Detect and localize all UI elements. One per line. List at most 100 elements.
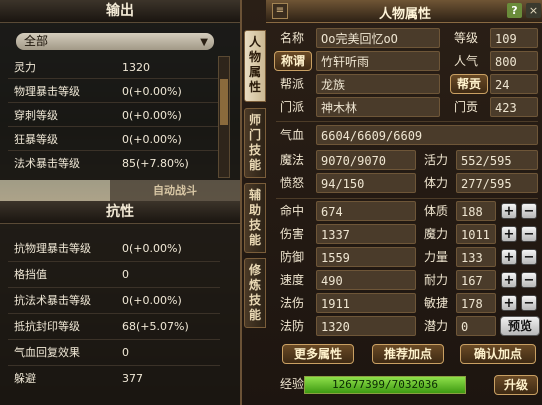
category-dropdown[interactable]: 全部 ▼ — [16, 33, 214, 50]
stat-label: 伤害 — [280, 227, 305, 241]
stat-value: 1559 — [316, 247, 416, 267]
list-item: 气血回复效果 0 — [14, 343, 234, 363]
stat-label: 抵抗封印等级 — [14, 320, 80, 333]
help-button[interactable]: ? — [507, 3, 522, 18]
stat-value: 85(+7.80%) — [122, 157, 189, 170]
list-item: 法术暴击等级 85(+7.80%) — [14, 154, 234, 174]
attribute-label: 力量 — [424, 250, 449, 264]
guild-contribution-button[interactable]: 帮贡 — [450, 74, 488, 94]
divider — [8, 78, 220, 79]
tab-label: 修炼技能 — [248, 263, 261, 322]
stat-label: 气血回复效果 — [14, 346, 80, 359]
minus-icon[interactable]: − — [521, 226, 537, 242]
stat-label: 格挡值 — [14, 268, 47, 281]
divider — [8, 339, 220, 340]
potential-label: 潜力 — [424, 319, 449, 333]
stat-value: 0(+0.00%) — [122, 294, 182, 307]
list-item: 狂暴等级 0(+0.00%) — [14, 130, 234, 150]
tab-label: 辅助技能 — [248, 188, 261, 247]
close-button[interactable]: × — [526, 3, 541, 18]
plus-icon[interactable]: + — [501, 295, 517, 311]
divider — [8, 365, 220, 366]
stat-value: 0(+0.00%) — [122, 109, 182, 122]
attribute-value: 188 — [456, 201, 496, 221]
window-titlebar[interactable]: ≡ 人物属性 ? × — [266, 0, 542, 23]
recommend-points-button[interactable]: 推荐加点 — [372, 344, 444, 364]
attribute-label: 魔力 — [424, 227, 449, 241]
stat-value: 490 — [316, 270, 416, 290]
stat-label: 法术暴击等级 — [14, 157, 80, 170]
tab-label: 人物属性 — [248, 35, 261, 94]
minus-icon[interactable]: − — [521, 203, 537, 219]
minus-icon[interactable]: − — [521, 249, 537, 265]
hp-value: 6604/6609/6609 — [316, 125, 538, 145]
divider — [8, 287, 220, 288]
divider — [8, 150, 220, 151]
tab-label: 师门技能 — [248, 113, 261, 172]
stat-label: 法防 — [280, 319, 305, 333]
stat-value: 277/595 — [456, 173, 538, 193]
stat-value: 1320 — [316, 316, 416, 336]
stat-label: 体力 — [424, 176, 449, 190]
school-contribution-label: 门贡 — [454, 100, 479, 114]
title-button[interactable]: 称谓 — [274, 51, 312, 71]
level-up-button[interactable]: 升级 — [494, 375, 538, 395]
stat-value: 552/595 — [456, 150, 538, 170]
title-value: 竹轩听雨 — [316, 51, 440, 71]
list-item: 抵抗封印等级 68(+5.07%) — [14, 317, 234, 337]
stat-value: 0(+0.00%) — [122, 133, 182, 146]
stat-label: 魔法 — [280, 153, 305, 167]
stat-value: 674 — [316, 201, 416, 221]
potential-value: 0 — [456, 316, 496, 336]
stat-label: 狂暴等级 — [14, 133, 58, 146]
exp-progress-text: 12677399/7032036 — [332, 378, 438, 391]
tab-cultivation-skills[interactable]: 修炼技能 — [244, 258, 266, 328]
school-value: 神木林 — [316, 97, 440, 117]
divider — [276, 121, 538, 122]
plus-icon[interactable]: + — [501, 203, 517, 219]
stat-label: 灵力 — [14, 61, 36, 74]
plus-icon[interactable]: + — [501, 272, 517, 288]
output-scrollbar[interactable] — [218, 56, 230, 178]
more-attributes-button[interactable]: 更多属性 — [282, 344, 354, 364]
tab-character-attributes[interactable]: 人物属性 — [244, 30, 266, 102]
stat-value: 1320 — [122, 61, 150, 74]
divider — [8, 261, 220, 262]
exp-progress-bar: 12677399/7032036 — [304, 376, 466, 394]
stat-value: 1911 — [316, 293, 416, 313]
list-item: 躲避 377 — [14, 369, 234, 389]
stat-label: 穿刺等级 — [14, 109, 58, 122]
stat-value: 9070/9070 — [316, 150, 416, 170]
stat-value: 0 — [122, 268, 129, 281]
plus-icon[interactable]: + — [501, 249, 517, 265]
scrollbar-thumb[interactable] — [220, 79, 228, 125]
popularity-value: 800 — [490, 51, 538, 71]
preview-button[interactable]: 预览 — [500, 316, 540, 336]
exp-label: 经验 — [280, 377, 305, 391]
tab-auxiliary-skills[interactable]: 辅助技能 — [244, 183, 266, 253]
divider — [8, 313, 220, 314]
character-attributes-window: ≡ 人物属性 ? × 人物属性 师门技能 辅助技能 修炼技能 名称 Oo完美回忆… — [240, 0, 542, 405]
minus-icon[interactable]: − — [521, 295, 537, 311]
attribute-value: 1011 — [456, 224, 496, 244]
level-label: 等级 — [454, 31, 479, 45]
plus-icon[interactable]: + — [501, 226, 517, 242]
window-title: 人物属性 — [378, 7, 431, 22]
popularity-label: 人气 — [454, 54, 479, 68]
stat-value: 0 — [122, 346, 129, 359]
list-item: 物理暴击等级 0(+0.00%) — [14, 82, 234, 102]
stat-label: 愤怒 — [280, 176, 305, 190]
attribute-label: 敏捷 — [424, 296, 449, 310]
stat-label: 速度 — [280, 273, 305, 287]
divider — [276, 198, 538, 199]
minus-icon[interactable]: − — [521, 272, 537, 288]
confirm-points-button[interactable]: 确认加点 — [460, 344, 536, 364]
stat-label: 法伤 — [280, 296, 305, 310]
stat-value: 0(+0.00%) — [122, 85, 182, 98]
stat-value: 0(+0.00%) — [122, 242, 182, 255]
attribute-value: 167 — [456, 270, 496, 290]
stat-label: 命中 — [280, 204, 305, 218]
name-label: 名称 — [280, 31, 305, 45]
stat-label: 抗物理暴击等级 — [14, 242, 91, 255]
tab-school-skills[interactable]: 师门技能 — [244, 108, 266, 178]
